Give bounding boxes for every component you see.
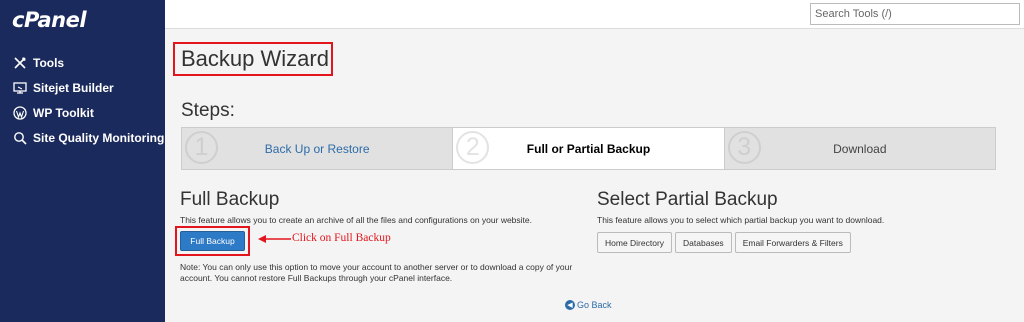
wordpress-icon [12, 105, 28, 121]
sidebar-item-label: WP Toolkit [33, 105, 94, 120]
annotation-text: Click on Full Backup [292, 232, 391, 244]
main-content: Backup Wizard Steps: 1 Back Up or Restor… [165, 29, 1024, 322]
sidebar-item-label: Sitejet Builder [33, 80, 114, 95]
annotation-arrow-icon [258, 235, 291, 243]
full-backup-button[interactable]: Full Backup [180, 231, 245, 251]
steps-bar: 1 Back Up or Restore 2 Full or Partial B… [181, 127, 996, 170]
step-label: Download [833, 141, 887, 156]
email-forwarders-button[interactable]: Email Forwarders & Filters [734, 232, 851, 253]
search-input[interactable] [810, 3, 1020, 25]
step-2: 2 Full or Partial Backup [452, 128, 724, 169]
step-number: 2 [456, 131, 490, 164]
sidebar: cPanel Tools Sitejet Builder WP Toolkit … [0, 0, 165, 322]
home-directory-button[interactable]: Home Directory [597, 232, 673, 253]
go-back-link[interactable]: ◀ Go Back [565, 300, 612, 310]
steps-heading: Steps: [181, 100, 235, 121]
cpanel-logo[interactable]: cPanel [12, 8, 87, 32]
step-label[interactable]: Back Up or Restore [265, 142, 370, 156]
sidebar-nav: Tools Sitejet Builder WP Toolkit Site Qu… [0, 50, 165, 150]
databases-button[interactable]: Databases [675, 232, 732, 253]
partial-backup-heading: Select Partial Backup [597, 189, 778, 210]
go-back-label: Go Back [577, 300, 612, 310]
step-number: 1 [185, 131, 218, 164]
tools-icon [12, 55, 28, 71]
partial-backup-buttons: Home Directory Databases Email Forwarder… [597, 232, 851, 253]
step-label: Full or Partial Backup [526, 141, 651, 156]
full-backup-heading: Full Backup [180, 189, 280, 210]
partial-backup-description: This feature allows you to select which … [597, 215, 885, 225]
step-number: 3 [727, 131, 761, 164]
step-3: 3 Download [723, 128, 995, 169]
full-backup-note: Note: You can only use this option to mo… [180, 262, 573, 283]
top-bar [165, 0, 1024, 29]
full-backup-description: This feature allows you to create an arc… [180, 215, 532, 225]
sidebar-item-tools[interactable]: Tools [0, 50, 165, 75]
sidebar-item-label: Tools [33, 55, 65, 70]
sidebar-item-site-quality[interactable]: Site Quality Monitoring [0, 125, 165, 150]
page-title: Backup Wizard [181, 46, 329, 71]
monitor-icon [12, 80, 28, 96]
sidebar-item-sitejet[interactable]: Sitejet Builder [0, 75, 165, 100]
arrow-left-circle-icon: ◀ [565, 300, 575, 310]
search-icon [12, 130, 28, 146]
sidebar-item-wp-toolkit[interactable]: WP Toolkit [0, 100, 165, 125]
step-1[interactable]: 1 Back Up or Restore [182, 128, 453, 169]
sidebar-item-label: Site Quality Monitoring [33, 130, 165, 145]
